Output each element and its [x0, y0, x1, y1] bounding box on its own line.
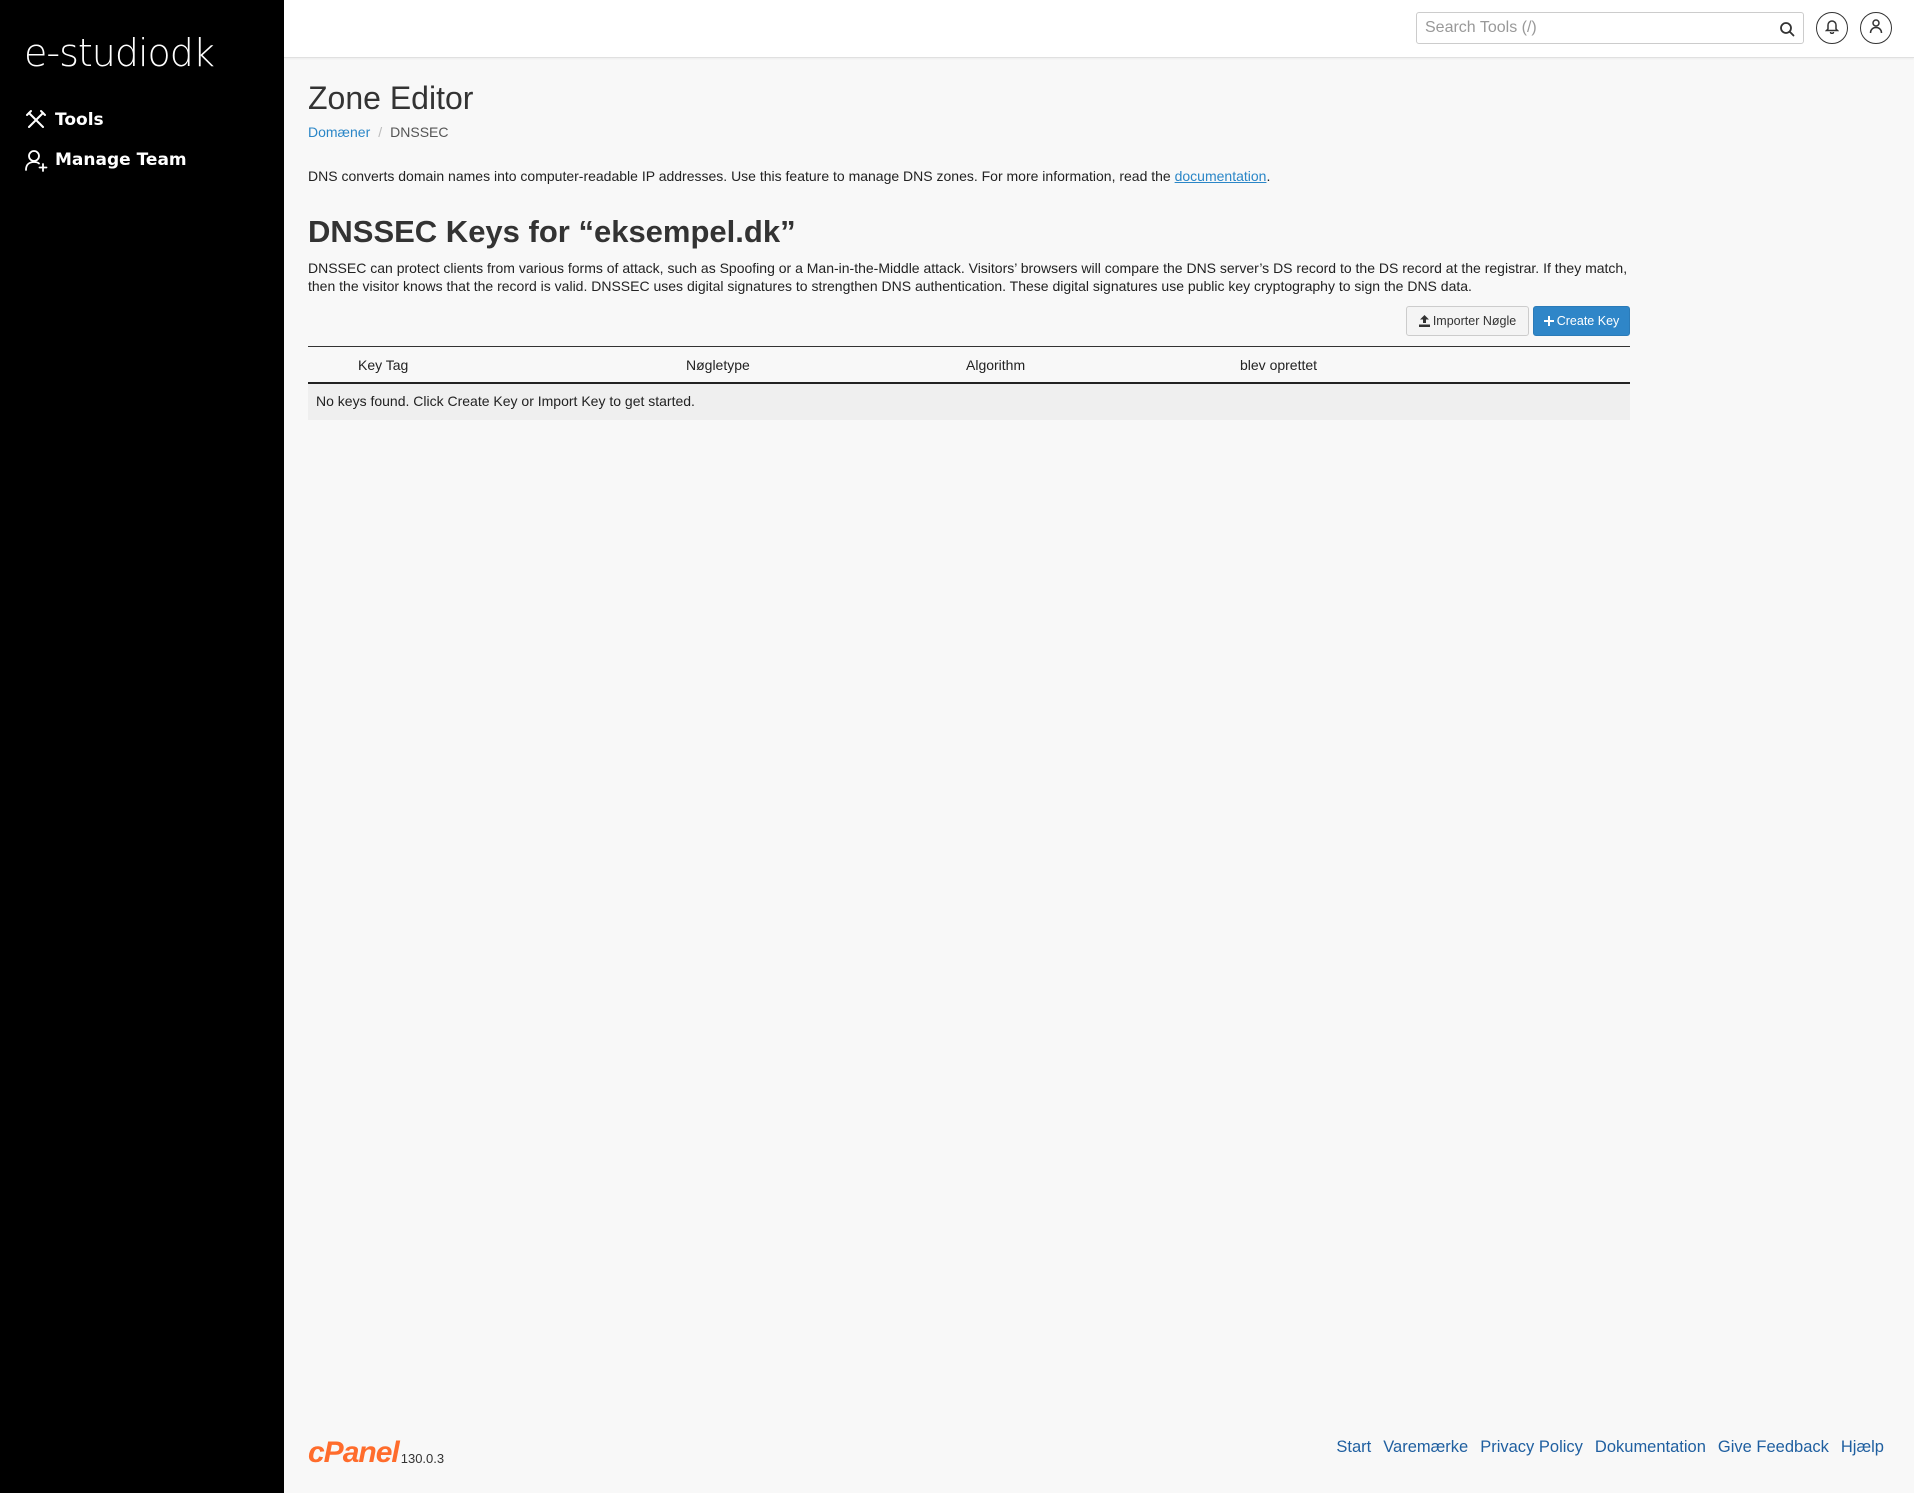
sidebar: e-studiodk Tools Manage Team	[0, 0, 284, 1493]
intro-text: DNS converts domain names into computer-…	[308, 168, 1630, 184]
table-empty-row: No keys found. Click Create Key or Impor…	[308, 384, 1630, 420]
import-key-button[interactable]: Importer Nøgle	[1406, 306, 1529, 336]
search-icon[interactable]	[1777, 19, 1797, 39]
footer-link-start[interactable]: Start	[1336, 1438, 1371, 1457]
column-header-algorithm[interactable]: Algorithm	[966, 357, 1025, 373]
breadcrumb-separator: /	[378, 124, 383, 140]
footer-link-help[interactable]: Hjælp	[1841, 1438, 1884, 1457]
upload-icon	[1418, 315, 1430, 327]
empty-message: No keys found. Click Create Key or Impor…	[316, 393, 695, 409]
footer-link-give-feedback[interactable]: Give Feedback	[1718, 1438, 1829, 1457]
dnssec-description: DNSSEC can protect clients from various …	[308, 260, 1628, 294]
team-icon	[24, 148, 48, 172]
page-title: Zone Editor	[308, 80, 474, 116]
section-title: DNSSEC Keys for “eksempel.dk”	[308, 214, 796, 249]
notifications-button[interactable]	[1816, 12, 1848, 44]
svg-text:e-studiodk: e-studiodk	[24, 31, 214, 75]
intro-body: DNS converts domain names into computer-…	[308, 168, 1175, 184]
user-icon	[1869, 18, 1883, 38]
footer-links: Start Varemærke Privacy Policy Dokumenta…	[1336, 1438, 1884, 1457]
breadcrumb: Domæner / DNSSEC	[308, 124, 449, 140]
cpanel-logo-text: cPanel	[308, 1436, 400, 1469]
column-header-created[interactable]: blev oprettet	[1240, 357, 1317, 373]
cpanel-logo: cPanel 130.0.3	[308, 1438, 444, 1468]
create-key-label: Create Key	[1556, 314, 1620, 328]
dnssec-keys-table: Key Tag Nøgletype Algorithm blev oprette…	[308, 346, 1630, 420]
search-bar	[1416, 12, 1804, 44]
plus-icon	[1543, 316, 1554, 326]
bell-icon	[1824, 18, 1840, 38]
intro-end: .	[1266, 168, 1271, 184]
table-header: Key Tag Nøgletype Algorithm blev oprette…	[308, 346, 1630, 384]
search-input[interactable]	[1417, 13, 1757, 43]
import-key-label: Importer Nøgle	[1432, 314, 1517, 328]
user-menu-button[interactable]	[1860, 12, 1892, 44]
create-key-button[interactable]: Create Key	[1533, 306, 1630, 336]
tools-icon	[24, 108, 48, 132]
version-number: 130.0.3	[400, 1451, 445, 1466]
brand-logo[interactable]: e-studiodk	[24, 30, 234, 76]
column-header-key-type[interactable]: Nøgletype	[686, 357, 750, 373]
sidebar-item-label: Manage Team	[55, 150, 187, 170]
footer-link-trademark[interactable]: Varemærke	[1383, 1438, 1468, 1457]
sidebar-item-tools[interactable]: Tools	[24, 108, 104, 132]
sidebar-item-label: Tools	[55, 110, 104, 130]
breadcrumb-current: DNSSEC	[390, 124, 449, 140]
documentation-link[interactable]: documentation	[1175, 168, 1267, 184]
footer-link-documentation[interactable]: Dokumentation	[1595, 1438, 1706, 1457]
footer-link-privacy-policy[interactable]: Privacy Policy	[1480, 1438, 1583, 1457]
breadcrumb-link-domains[interactable]: Domæner	[308, 124, 370, 140]
column-header-key-tag[interactable]: Key Tag	[358, 357, 408, 373]
sidebar-item-manage-team[interactable]: Manage Team	[24, 148, 187, 172]
